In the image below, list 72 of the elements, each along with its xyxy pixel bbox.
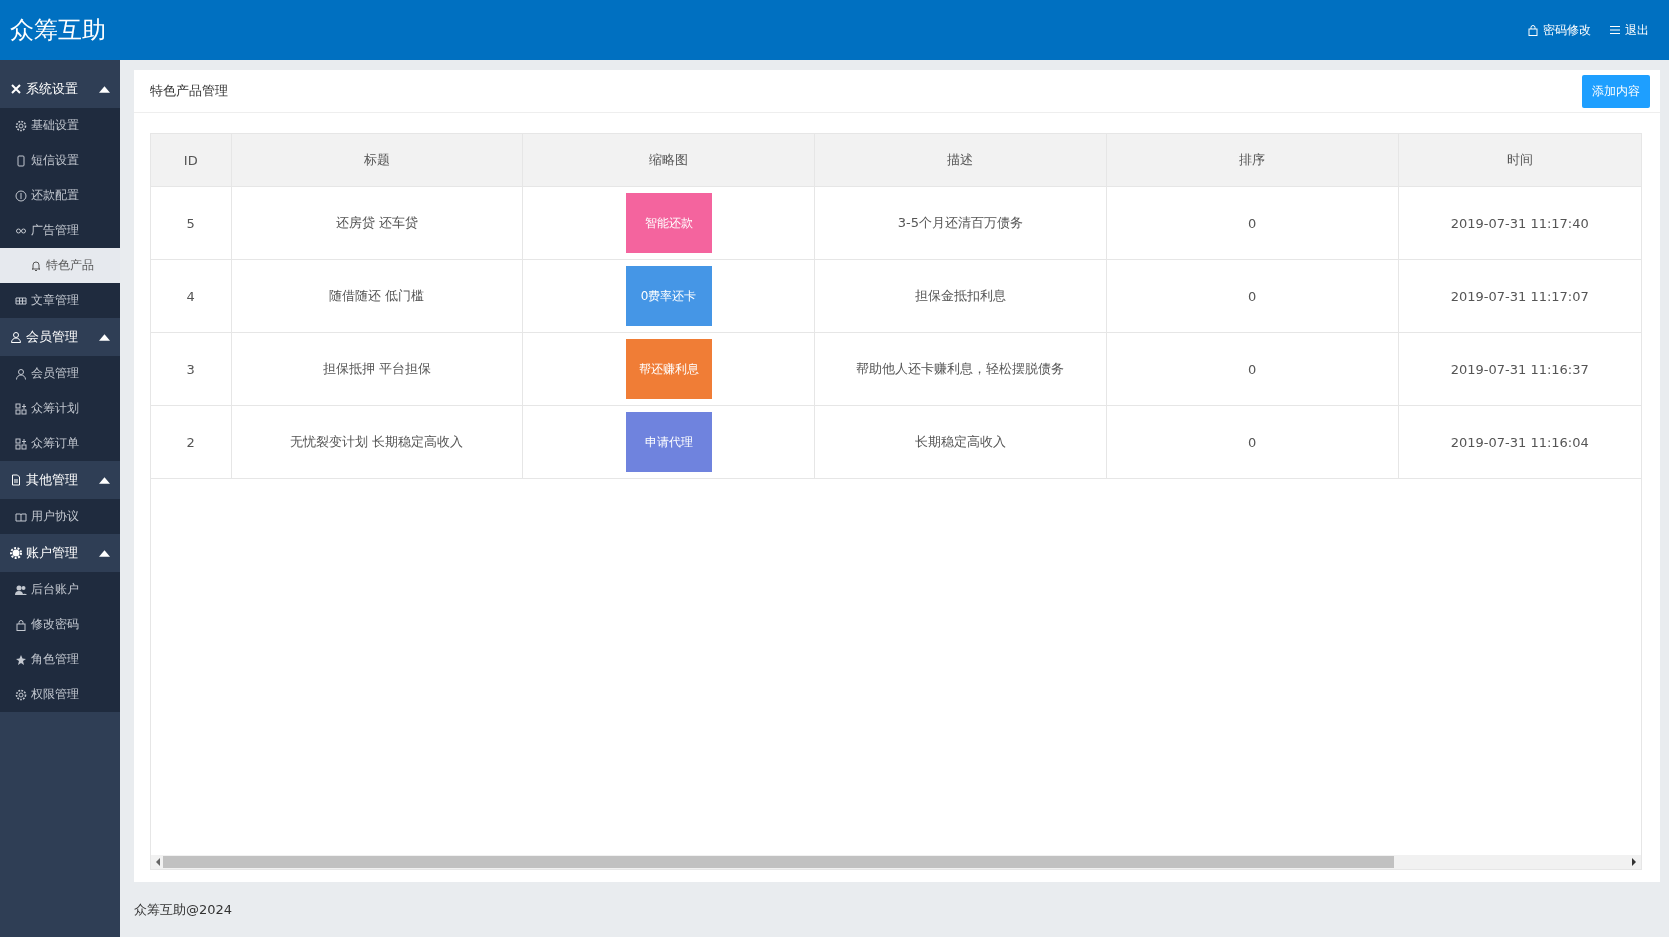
table-cell: 5 <box>151 186 231 260</box>
column-header: 标题 <box>231 134 523 187</box>
column-header: 时间 <box>1398 134 1641 187</box>
book-icon <box>15 510 27 523</box>
table-cell: 2 <box>151 405 231 479</box>
sidebar-item[interactable]: 特色产品 <box>0 248 120 283</box>
table-cell: 2019-07-31 11:17:07 <box>1398 259 1641 333</box>
sidebar-item[interactable]: 后台账户 <box>0 572 120 607</box>
sidebar-item[interactable]: 短信设置 <box>0 143 120 178</box>
table-cell: 2019-07-31 11:16:04 <box>1398 405 1641 479</box>
sidebar-item[interactable]: 用户协议 <box>0 499 120 534</box>
document-icon <box>10 474 22 486</box>
column-header: ID <box>151 134 231 187</box>
table-cell: 担保金抵扣利息 <box>814 259 1107 333</box>
info-icon <box>15 189 27 202</box>
table-cell: 长期稳定高收入 <box>814 405 1107 479</box>
table-cell: 0 <box>1106 332 1398 406</box>
table-cell: 帮助他人还卡赚利息，轻松摆脱债务 <box>814 332 1107 406</box>
gear-icon <box>15 688 27 701</box>
sidebar-item[interactable]: 修改密码 <box>0 607 120 642</box>
table-cell: 担保抵押 平台担保 <box>231 332 523 406</box>
table-cell: 无忧裂变计划 长期稳定高收入 <box>231 405 523 479</box>
column-header: 缩略图 <box>522 134 815 187</box>
sidebar-item[interactable]: 众筹计划 <box>0 391 120 426</box>
bell-icon <box>30 259 42 272</box>
thumbnail-image: 申请代理 <box>625 412 712 472</box>
table-cell: 2019-07-31 11:17:40 <box>1398 186 1641 260</box>
user-icon <box>15 367 27 380</box>
scrollbar-thumb[interactable] <box>163 856 1395 868</box>
table-cell: 随借随还 低门槛 <box>231 259 523 333</box>
header-link[interactable]: 退出 <box>1609 21 1649 39</box>
user-icon <box>10 331 22 343</box>
sidebar-item[interactable]: 权限管理 <box>0 677 120 712</box>
sidebar-item[interactable]: 文章管理 <box>0 283 120 318</box>
table-cell: 3-5个月还清百万债务 <box>814 186 1107 260</box>
header-link[interactable]: 密码修改 <box>1527 21 1591 39</box>
logo-text: 众筹互助 <box>10 15 106 46</box>
sidebar-item[interactable]: 会员管理 <box>0 356 120 391</box>
table-cell: 还房贷 还车贷 <box>231 186 523 260</box>
scroll-left-icon[interactable] <box>155 858 161 866</box>
footer-text: 众筹互助@2024 <box>134 900 233 919</box>
grid-icon <box>15 294 27 307</box>
tools-icon <box>10 83 22 95</box>
thumbnail-image: 帮还赚利息 <box>625 339 712 399</box>
panel-title: 特色产品管理 <box>150 82 228 100</box>
table-cell: 2019-07-31 11:16:37 <box>1398 332 1641 406</box>
sidebar-item[interactable]: 众筹订单 <box>0 426 120 461</box>
table-cell: 0 <box>1106 259 1398 333</box>
sidebar-item[interactable]: 角色管理 <box>0 642 120 677</box>
table-cell: 0 <box>1106 405 1398 479</box>
star-icon <box>15 653 27 666</box>
sitemap-icon <box>15 402 27 415</box>
horizontal-scrollbar[interactable] <box>151 855 1641 869</box>
users-icon <box>15 583 27 596</box>
table-cell: 0 <box>1106 186 1398 260</box>
lock-icon <box>15 618 27 631</box>
sidebar-item[interactable]: 基础设置 <box>0 108 120 143</box>
table-cell: 3 <box>151 332 231 406</box>
menu-icon <box>1609 24 1621 36</box>
table-cell: 4 <box>151 259 231 333</box>
thumbnail-image: 智能还款 <box>625 193 712 253</box>
phone-icon <box>15 154 27 167</box>
lock-icon <box>1527 24 1539 36</box>
scroll-right-icon[interactable] <box>1631 858 1637 866</box>
sidebar-item[interactable]: 广告管理 <box>0 213 120 248</box>
sitemap-icon <box>15 437 27 450</box>
column-header: 排序 <box>1106 134 1398 187</box>
sidebar-item[interactable]: 还款配置 <box>0 178 120 213</box>
gear-icon <box>10 547 22 559</box>
gear-icon <box>15 119 27 132</box>
column-header: 描述 <box>814 134 1107 187</box>
thumbnail-image: 0费率还卡 <box>625 266 712 326</box>
